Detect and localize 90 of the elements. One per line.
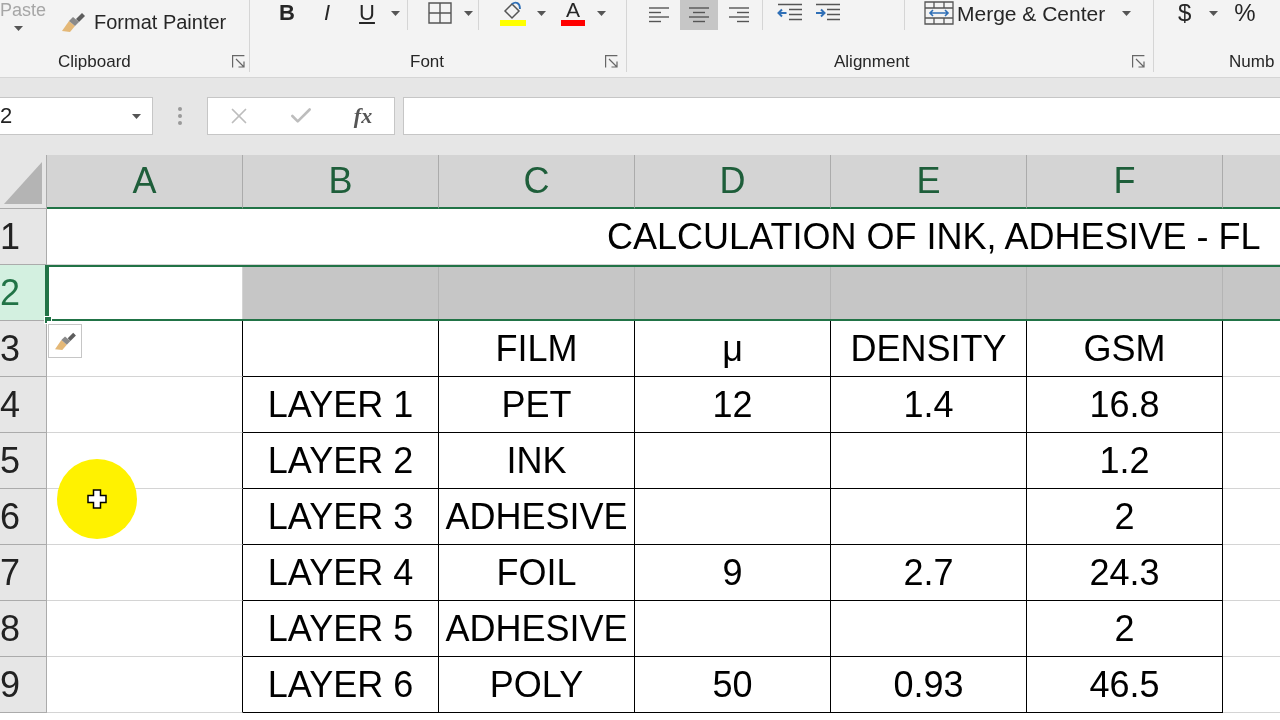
row-header[interactable]: 7 bbox=[0, 545, 47, 601]
caret-icon[interactable] bbox=[536, 10, 546, 16]
table-cell: INK bbox=[439, 433, 635, 489]
column-header[interactable]: C bbox=[439, 155, 635, 209]
dialog-launcher-icon[interactable] bbox=[1132, 54, 1145, 68]
format-painter-button[interactable]: Format Painter bbox=[60, 11, 227, 33]
table-header-cell: FILM bbox=[439, 321, 635, 377]
table-cell: LAYER 3 bbox=[243, 489, 439, 545]
table-cell: FOIL bbox=[439, 545, 635, 601]
italic-button[interactable]: I bbox=[307, 0, 347, 26]
cursor-icon bbox=[57, 459, 137, 539]
table-header-cell: μ bbox=[635, 321, 831, 377]
font-color-button[interactable]: A bbox=[553, 0, 593, 26]
table-cell: ADHESIVE bbox=[439, 601, 635, 657]
table-header-cell: DENSITY bbox=[831, 321, 1027, 377]
merge-cells-icon bbox=[924, 1, 954, 25]
column-header[interactable]: B bbox=[243, 155, 439, 209]
table-cell: 16.8 bbox=[1027, 377, 1223, 433]
table-cell: 2 bbox=[1027, 489, 1223, 545]
row-header[interactable]: 8 bbox=[0, 601, 47, 657]
table-cell: 1.4 bbox=[831, 377, 1027, 433]
selected-cell[interactable] bbox=[831, 267, 1027, 319]
caret-icon[interactable] bbox=[596, 10, 606, 16]
dialog-launcher-icon[interactable] bbox=[605, 54, 618, 68]
sheet-title: CALCULATION OF INK, ADHESIVE - FL bbox=[607, 218, 1261, 255]
table-cell: LAYER 4 bbox=[243, 545, 439, 601]
table-cell: LAYER 5 bbox=[243, 601, 439, 657]
group-label: Alignment bbox=[834, 52, 910, 70]
selected-cell[interactable] bbox=[243, 267, 439, 319]
increase-indent-icon[interactable] bbox=[814, 3, 842, 23]
currency-button[interactable]: $ bbox=[1178, 0, 1192, 26]
caret-icon[interactable] bbox=[132, 113, 141, 119]
dialog-launcher-icon[interactable] bbox=[232, 54, 245, 68]
table-cell: 46.5 bbox=[1027, 657, 1223, 713]
paintbrush-icon[interactable] bbox=[48, 324, 82, 358]
underline-button[interactable]: U bbox=[347, 0, 387, 26]
decrease-indent-icon[interactable] bbox=[776, 3, 804, 23]
group-label: Numb bbox=[1229, 52, 1275, 70]
group-label: Font bbox=[410, 52, 445, 70]
row-header[interactable]: 4 bbox=[0, 377, 47, 433]
percent-button[interactable]: % bbox=[1234, 0, 1256, 26]
align-center-icon bbox=[687, 7, 711, 23]
row-header[interactable]: 6 bbox=[0, 489, 47, 545]
align-button[interactable] bbox=[680, 0, 718, 30]
caret-icon[interactable] bbox=[1209, 10, 1219, 16]
selected-cell[interactable] bbox=[1223, 267, 1280, 319]
bold-button[interactable]: B bbox=[267, 0, 307, 26]
table-cell: PET bbox=[439, 377, 635, 433]
table-cell: 1.2 bbox=[1027, 433, 1223, 489]
fill-color-icon[interactable] bbox=[498, 0, 528, 26]
caret-icon[interactable] bbox=[1122, 10, 1132, 16]
table-cell: ADHESIVE bbox=[439, 489, 635, 545]
table-cell: 50 bbox=[635, 657, 831, 713]
selected-cell[interactable] bbox=[635, 267, 831, 319]
table-cell: 24.3 bbox=[1027, 545, 1223, 601]
table-cell: LAYER 1 bbox=[243, 377, 439, 433]
table-cell: 0.93 bbox=[831, 657, 1027, 713]
paintbrush-icon bbox=[60, 11, 86, 33]
merge-center-button[interactable]: Merge & Center bbox=[924, 0, 1132, 26]
row-header[interactable]: 1 bbox=[0, 209, 47, 265]
table-cell: 2 bbox=[1027, 601, 1223, 657]
align-left-icon bbox=[647, 7, 671, 23]
column-header[interactable]: A bbox=[47, 155, 243, 209]
caret-icon[interactable] bbox=[463, 10, 473, 16]
row-header[interactable]: 5 bbox=[0, 433, 47, 489]
table-cell: LAYER 2 bbox=[243, 433, 439, 489]
row-header[interactable]: 3 bbox=[0, 321, 47, 377]
table-cell: POLY bbox=[439, 657, 635, 713]
formula-input[interactable] bbox=[403, 97, 1280, 135]
column-header[interactable]: F bbox=[1027, 155, 1223, 209]
caret-icon[interactable] bbox=[390, 10, 400, 16]
table-cell: LAYER 6 bbox=[243, 657, 439, 713]
grip-icon[interactable] bbox=[177, 106, 183, 126]
selected-cell[interactable] bbox=[439, 267, 635, 319]
selected-cell[interactable] bbox=[1027, 267, 1223, 319]
column-header[interactable] bbox=[1223, 155, 1280, 209]
row-header[interactable]: 2 bbox=[0, 265, 47, 321]
table-header-cell: GSM bbox=[1027, 321, 1223, 377]
triangle-icon bbox=[4, 162, 42, 204]
borders-icon[interactable] bbox=[428, 2, 452, 24]
column-header[interactable]: D bbox=[635, 155, 831, 209]
column-header[interactable]: E bbox=[831, 155, 1027, 209]
table-cell: 12 bbox=[635, 377, 831, 433]
insert-function-button[interactable]: fx bbox=[353, 105, 373, 127]
table-cell: 2.7 bbox=[831, 545, 1027, 601]
name-box[interactable]: 2 bbox=[0, 97, 153, 135]
align-right-icon bbox=[727, 7, 751, 23]
group-label: Clipboard bbox=[58, 52, 131, 70]
row-header[interactable]: 9 bbox=[0, 657, 47, 713]
table-cell: 9 bbox=[635, 545, 831, 601]
